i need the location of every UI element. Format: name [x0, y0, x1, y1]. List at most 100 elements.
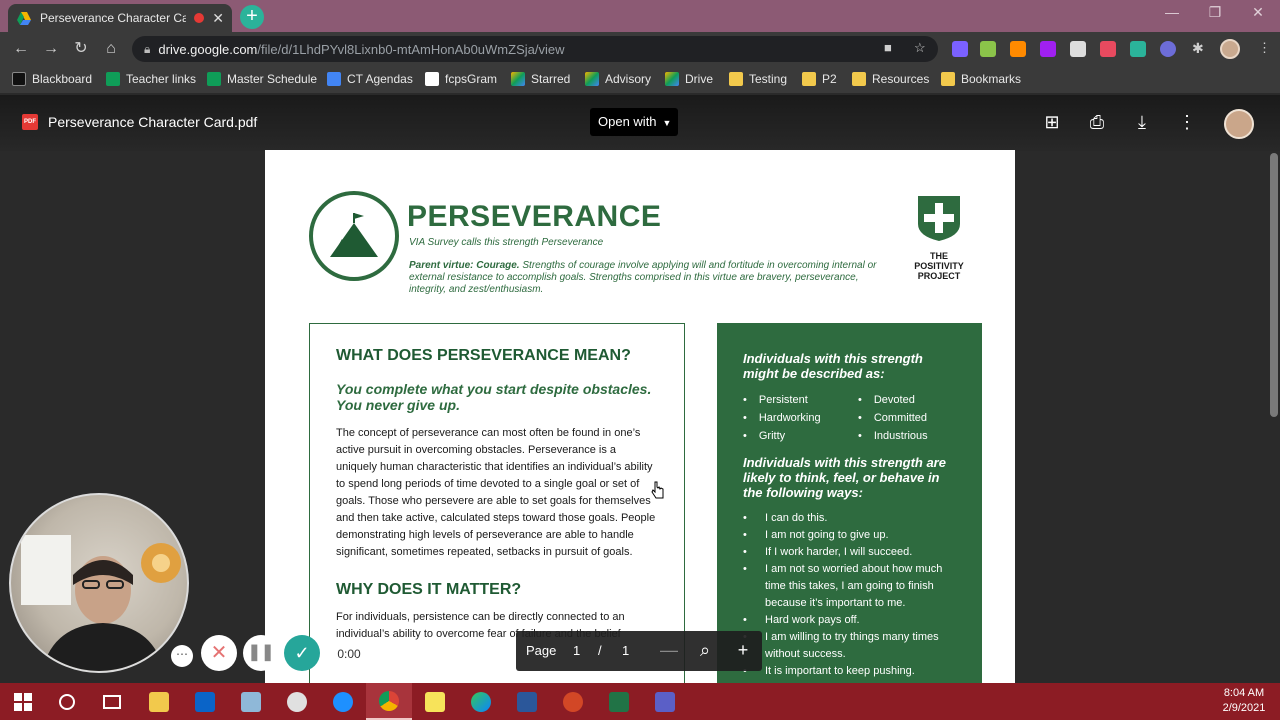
document-subtitle: VIA Survey calls this strength Persevera… [409, 237, 604, 248]
bookmarks-bar: Blackboard Teacher links Master Schedule… [0, 66, 1280, 94]
shield-plus-icon [918, 196, 960, 241]
paint-icon[interactable] [274, 683, 320, 720]
outlook-icon[interactable] [182, 683, 228, 720]
extension-icon[interactable] [1160, 41, 1176, 57]
address-bar[interactable]: 🔒︎ drive.google.com/file/d/1LhdPYvl8Lixn… [132, 36, 938, 62]
browser-tab[interactable]: Perseverance Character Card ✕ [8, 4, 232, 32]
extension-icon[interactable] [980, 41, 996, 57]
add-to-drive-icon[interactable]: ⊞ [1041, 111, 1063, 133]
restore-icon[interactable]: ❐ [1195, 4, 1235, 21]
account-avatar[interactable] [1224, 109, 1254, 139]
extension-icon[interactable] [1070, 41, 1086, 57]
internet-explorer-icon[interactable] [320, 683, 366, 720]
powerpoint-icon[interactable] [550, 683, 596, 720]
folder-icon [729, 72, 743, 86]
bookmark-ct-agendas[interactable]: CT Agendas [327, 72, 413, 86]
home-icon[interactable]: ⌂ [100, 38, 122, 60]
recorder-cancel-button[interactable]: ✕ [201, 635, 237, 671]
forward-icon[interactable]: → [40, 38, 62, 60]
back-icon[interactable]: ← [10, 38, 32, 60]
trait-item: Industrious [858, 427, 928, 445]
chrome-icon[interactable] [366, 683, 412, 720]
pdf-file-icon: PDF [22, 114, 38, 130]
extension-icon[interactable] [1010, 41, 1026, 57]
bookmark-bookmarks[interactable]: Bookmarks [941, 72, 1021, 86]
folder-icon [852, 72, 866, 86]
sis-icon[interactable] [228, 683, 274, 720]
logo-text: THE POSITIVITY PROJECT [914, 251, 964, 281]
behavior-item: It is important to keep pushing. [743, 663, 956, 680]
sticky-notes-icon[interactable] [412, 683, 458, 720]
camera-icon[interactable]: ■ [884, 40, 892, 55]
page-separator: / [598, 643, 602, 658]
excel-icon[interactable] [596, 683, 642, 720]
print-icon[interactable]: ⎙ [1086, 111, 1108, 133]
scrollbar-thumb[interactable] [1270, 153, 1278, 417]
traits-list: Persistent Hardworking Gritty Devoted Co… [743, 391, 956, 445]
current-page-input[interactable]: 1 [573, 643, 580, 658]
parent-virtue-text: Parent virtue: Courage. Strengths of cou… [409, 260, 877, 295]
zoom-icon[interactable]: ⌕ [694, 639, 716, 661]
pdf-page-toolbar: Page 1 / 1 — ⌕ + [516, 631, 762, 671]
tab-close-icon[interactable]: ✕ [212, 10, 224, 27]
pdf-page: PERSEVERANCE VIA Survey calls this stren… [265, 150, 1015, 683]
bookmark-fcpsgram[interactable]: fcpsGram [425, 72, 497, 86]
webcam-overlay[interactable] [9, 493, 189, 673]
extension-icon[interactable] [1040, 41, 1056, 57]
window-close-icon[interactable]: ✕ [1238, 4, 1278, 21]
page-scrollbar[interactable] [1268, 151, 1280, 683]
menu-icon[interactable]: ⋮ [1258, 40, 1271, 56]
bookmark-teacher-links[interactable]: Teacher links [106, 72, 196, 86]
reload-icon[interactable]: ↻ [70, 38, 92, 60]
task-view-icon[interactable] [89, 683, 135, 720]
extension-icon[interactable] [952, 41, 968, 57]
url-domain: drive.google.com [158, 41, 258, 57]
bookmark-master-schedule[interactable]: Master Schedule [207, 72, 317, 86]
bookmark-resources[interactable]: Resources [852, 72, 929, 86]
recorder-pause-button[interactable]: ❚❚ [243, 635, 279, 671]
more-actions-icon[interactable]: ⋮ [1176, 111, 1198, 133]
viewer-header: PDF Perseverance Character Card.pdf Open… [0, 95, 1280, 151]
bookmark-p2[interactable]: P2 [802, 72, 837, 86]
bookmark-testing[interactable]: Testing [729, 72, 787, 86]
edge-icon[interactable] [458, 683, 504, 720]
section-heading-2: WHY DOES IT MATTER? [336, 581, 522, 598]
behaviors-heading: Individuals with this strength are likel… [743, 455, 946, 500]
new-tab-button[interactable]: + [240, 5, 264, 29]
sheets-icon [207, 72, 221, 86]
bookmark-blackboard[interactable]: Blackboard [12, 72, 92, 86]
blackboard-icon [12, 72, 26, 86]
search-icon[interactable] [44, 683, 90, 720]
webcam-person-icon [21, 535, 181, 671]
bookmark-drive[interactable]: Drive [665, 72, 713, 86]
bookmark-star-icon[interactable]: ☆ [914, 40, 926, 56]
mountain-flag-icon [309, 191, 399, 281]
bookmark-advisory[interactable]: Advisory [585, 72, 651, 86]
bookmark-starred[interactable]: Starred [511, 72, 570, 86]
open-with-button[interactable]: Open with ▼ [590, 108, 678, 136]
profile-avatar[interactable] [1220, 39, 1240, 59]
word-icon[interactable] [504, 683, 550, 720]
section-body: The concept of perseverance can most oft… [336, 427, 656, 558]
file-explorer-icon[interactable] [136, 683, 182, 720]
traits-section: Individuals with this strength might be … [717, 323, 982, 683]
extension-icon[interactable] [1100, 41, 1116, 57]
zoom-out-icon[interactable]: — [658, 639, 680, 661]
download-icon[interactable]: ⤓ [1131, 111, 1153, 133]
positivity-project-logo: THE POSITIVITY PROJECT [905, 194, 973, 281]
extension-icon[interactable] [1130, 41, 1146, 57]
recorder-finish-button[interactable]: ✓ [284, 635, 320, 671]
behavior-item: If I work harder, I will succeed. [743, 544, 956, 561]
zoom-in-icon[interactable]: + [732, 639, 754, 661]
drive-icon [511, 72, 525, 86]
start-icon[interactable] [0, 683, 46, 720]
minimize-icon[interactable]: — [1152, 4, 1192, 20]
teams-icon[interactable] [642, 683, 688, 720]
drive-icon [585, 72, 599, 86]
puzzle-icon[interactable]: ✱ [1192, 40, 1204, 57]
taskbar-clock[interactable]: 8:04 AM 2/9/2021 [1212, 686, 1276, 716]
behavior-item: I am not going to give up. [743, 527, 956, 544]
recorder-more-button[interactable]: ⋯ [171, 645, 193, 667]
recording-indicator-icon [194, 13, 205, 23]
traits-heading: Individuals with this strength might be … [743, 351, 923, 381]
